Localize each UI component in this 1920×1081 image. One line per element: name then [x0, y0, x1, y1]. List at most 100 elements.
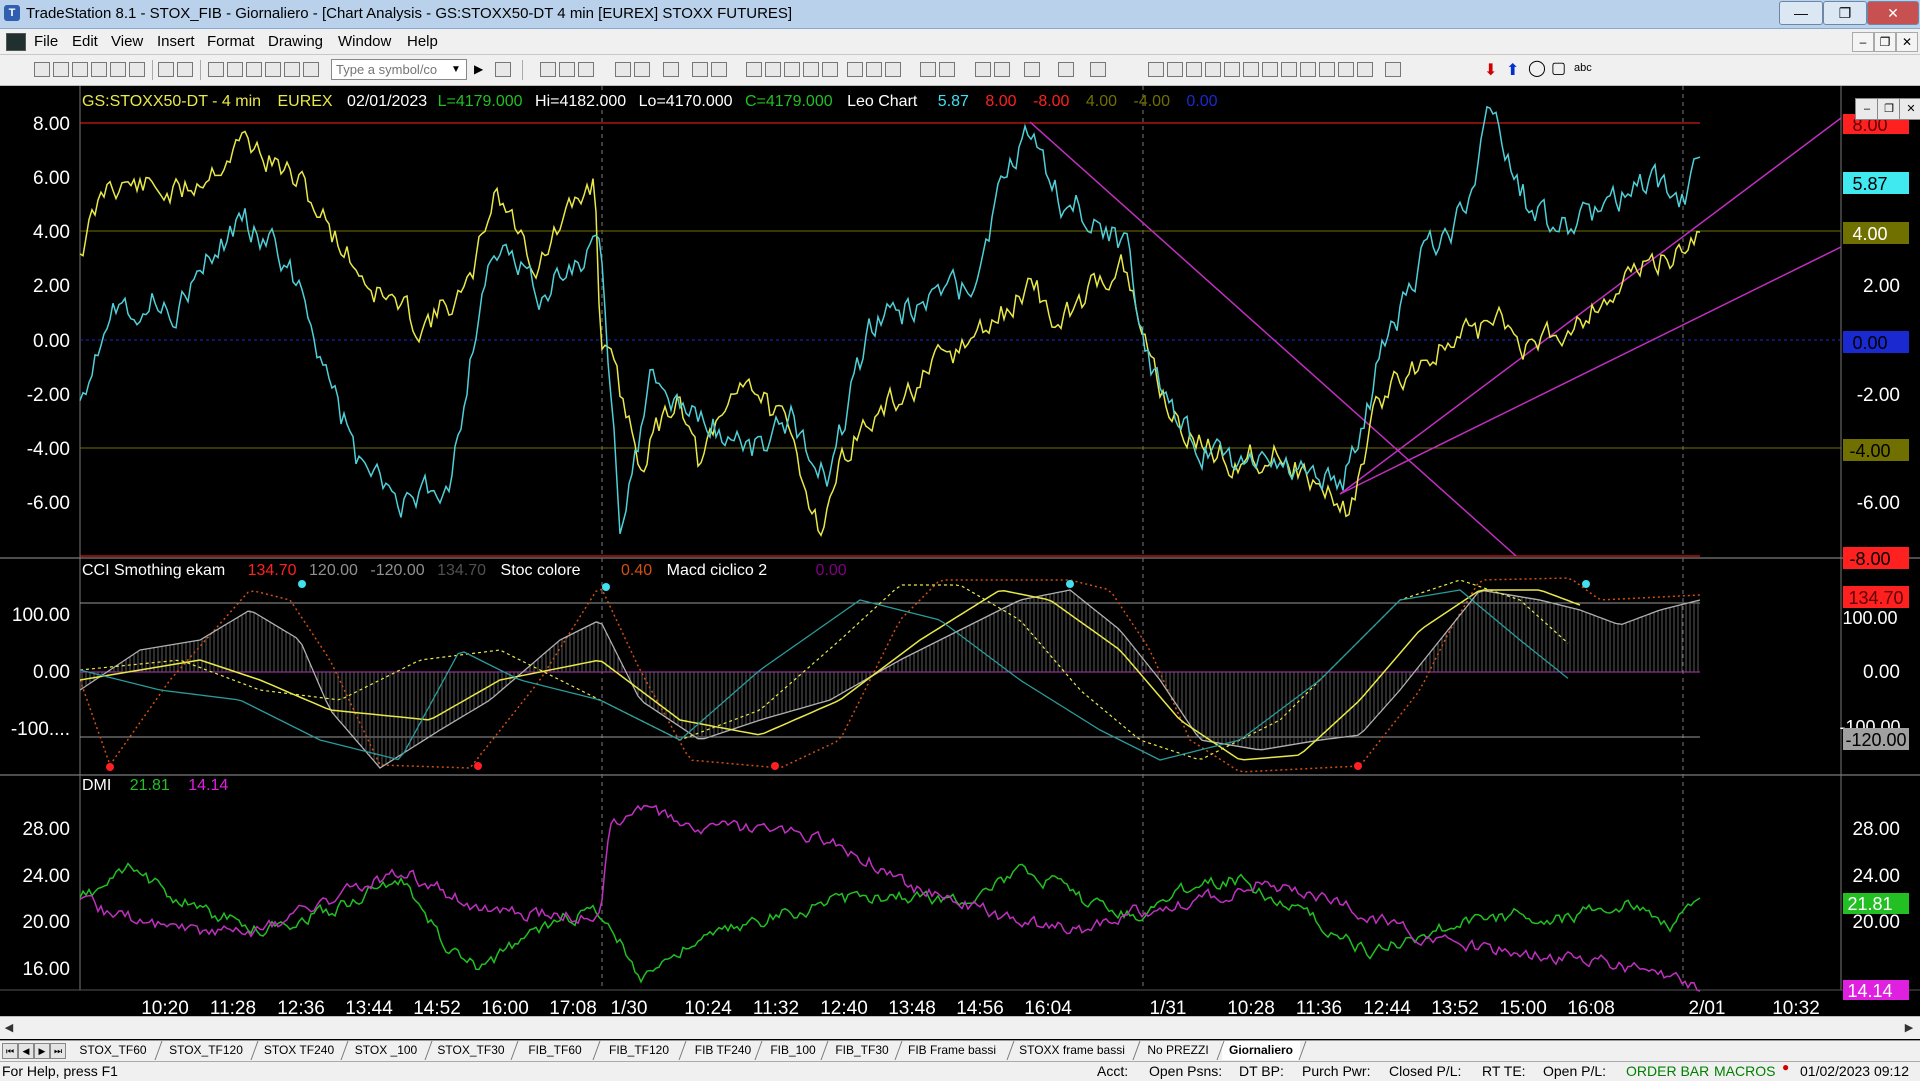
status-order-bar[interactable]: ORDER BAR [1626, 1063, 1709, 1079]
menu-window[interactable]: Window [338, 33, 391, 50]
tab-giornaliero[interactable]: Giornaliero [1222, 1041, 1300, 1060]
rectangle-icon[interactable]: ▢ [1551, 58, 1566, 78]
expand-icon[interactable] [885, 62, 901, 77]
window-icon[interactable] [208, 62, 224, 77]
tab-stox-tf60[interactable]: STOX_TF60 [72, 1041, 154, 1060]
cascade-icon[interactable] [265, 62, 281, 77]
print-icon[interactable] [158, 62, 174, 77]
insert-strategy-icon[interactable] [663, 62, 679, 77]
save-icon[interactable] [72, 62, 88, 77]
scroll-left-icon[interactable] [847, 62, 863, 77]
tab-stox-tf120[interactable]: STOX_TF120 [160, 1041, 252, 1060]
folder-icon[interactable] [91, 62, 107, 77]
bar-type-icon[interactable] [822, 62, 838, 77]
menu-view[interactable]: View [111, 33, 143, 50]
chart-window-icon[interactable] [6, 33, 26, 51]
symbol-input[interactable] [331, 59, 467, 80]
symbol-lookup-icon[interactable] [495, 62, 511, 77]
tab-stoxx-frame-bassi[interactable]: STOXX frame bassi [1014, 1041, 1130, 1060]
ellipse-icon[interactable]: ◯ [1528, 58, 1546, 78]
andrews-pitchfork-icon[interactable] [1319, 62, 1335, 77]
data-window-icon[interactable] [994, 62, 1010, 77]
tab-fib-tf240[interactable]: FIB TF240 [684, 1041, 762, 1060]
chart-minimize-button[interactable]: – [1855, 98, 1879, 120]
chart-canvas[interactable]: 8.00 6.00 4.00 2.00 0.00 -2.00 -4.00 -6.… [0, 86, 1920, 1016]
tab-last-icon[interactable]: ⏭ [50, 1043, 66, 1059]
gann-fan-icon[interactable] [1224, 62, 1240, 77]
tab-fib-100[interactable]: FIB_100 [760, 1041, 826, 1060]
symbol-dropdown-icon[interactable]: ▼ [451, 64, 461, 75]
status-macros[interactable]: MACROS [1714, 1063, 1775, 1079]
scroll-right-arrow-icon[interactable]: ▶ [1902, 1020, 1916, 1036]
print-preview-icon[interactable] [177, 62, 193, 77]
symbol-list-icon[interactable] [303, 62, 319, 77]
candlestick-icon[interactable] [765, 62, 781, 77]
format-window-icon[interactable] [540, 62, 556, 77]
menu-drawing[interactable]: Drawing [268, 33, 323, 50]
tab-fib-frame-bassi[interactable]: FIB Frame bassi [900, 1041, 1004, 1060]
tab-prev-icon[interactable]: ◀ [18, 1043, 34, 1059]
scroll-right-icon[interactable] [866, 62, 882, 77]
speed-lines-icon[interactable] [1243, 62, 1259, 77]
line-chart-icon[interactable] [803, 62, 819, 77]
menu-file[interactable]: File [34, 33, 58, 50]
tradestation-app-icon[interactable]: T [4, 5, 20, 21]
tab-next-icon[interactable]: ▶ [34, 1043, 50, 1059]
up-arrow-icon[interactable]: ⬆ [1506, 60, 1519, 80]
tab-fib-tf60[interactable]: FIB_TF60 [516, 1041, 594, 1060]
workspace-icon[interactable] [129, 62, 145, 77]
tile-icon[interactable] [284, 62, 300, 77]
mdi-restore-button[interactable]: ❐ [1874, 32, 1896, 52]
minimize-button[interactable]: — [1779, 1, 1823, 25]
regression-channel-icon[interactable] [1262, 62, 1278, 77]
maximize-button[interactable]: ❐ [1823, 1, 1867, 25]
mdi-minimize-button[interactable]: – [1852, 32, 1874, 52]
order-bar-icon[interactable] [1058, 62, 1074, 77]
format-table-icon[interactable] [578, 62, 594, 77]
mdi-close-button[interactable]: ✕ [1896, 32, 1918, 52]
format-analysis-icon[interactable] [634, 62, 650, 77]
tab-stox-tf30[interactable]: STOX_TF30 [430, 1041, 512, 1060]
close-button[interactable]: ✕ [1867, 1, 1919, 25]
link-icon[interactable] [227, 62, 243, 77]
go-arrow-icon[interactable]: ▶ [474, 62, 483, 76]
freehand-icon[interactable] [1357, 62, 1373, 77]
vertical-lines-icon[interactable] [1167, 62, 1183, 77]
fibonacci-icon[interactable] [1205, 62, 1221, 77]
alert-icon[interactable] [1090, 62, 1106, 77]
horizontal-line-icon[interactable] [1281, 62, 1297, 77]
trendline-icon[interactable] [1148, 62, 1164, 77]
refresh-icon[interactable] [692, 62, 708, 77]
parallel-lines-icon[interactable] [1300, 62, 1316, 77]
bar-chart-icon[interactable] [746, 62, 762, 77]
tab-first-icon[interactable]: ⏮ [2, 1043, 18, 1059]
format-data-icon[interactable] [559, 62, 575, 77]
arc-icon[interactable] [1385, 62, 1401, 77]
scroll-left-arrow-icon[interactable]: ◀ [2, 1020, 16, 1036]
down-arrow-icon[interactable]: ⬇ [1484, 60, 1497, 80]
open-folder-icon[interactable] [110, 62, 126, 77]
menu-format[interactable]: Format [207, 33, 255, 50]
tab-no-prezzi[interactable]: No PREZZI [1140, 1041, 1216, 1060]
zoom-in-icon[interactable] [920, 62, 936, 77]
chart-restore-button[interactable]: ❐ [1877, 98, 1901, 120]
text-tool-icon[interactable]: abc [1574, 62, 1592, 74]
menu-insert[interactable]: Insert [157, 33, 195, 50]
horizontal-lines-icon[interactable] [1186, 62, 1202, 77]
menu-edit[interactable]: Edit [72, 33, 98, 50]
menu-help[interactable]: Help [407, 33, 438, 50]
fib-arc-icon[interactable] [1338, 62, 1354, 77]
pointer-icon[interactable] [975, 62, 991, 77]
tab-fib-tf120[interactable]: FIB_TF120 [598, 1041, 680, 1060]
tab-fib-tf30[interactable]: FIB_TF30 [826, 1041, 898, 1060]
tab-stox-100[interactable]: STOX _100 [346, 1041, 426, 1060]
horizontal-scrollbar[interactable]: ◀ ▶ [0, 1016, 1920, 1039]
tools-icon[interactable] [1024, 62, 1040, 77]
zoom-out-icon[interactable] [939, 62, 955, 77]
tab-stox-tf240[interactable]: STOX TF240 [256, 1041, 342, 1060]
open-file-icon[interactable] [53, 62, 69, 77]
lock-icon[interactable] [246, 62, 262, 77]
chart-area[interactable]: 8.00 6.00 4.00 2.00 0.00 -2.00 -4.00 -6.… [0, 86, 1920, 1024]
chart-close-button[interactable]: ✕ [1899, 98, 1920, 120]
insert-analysis-icon[interactable] [615, 62, 631, 77]
